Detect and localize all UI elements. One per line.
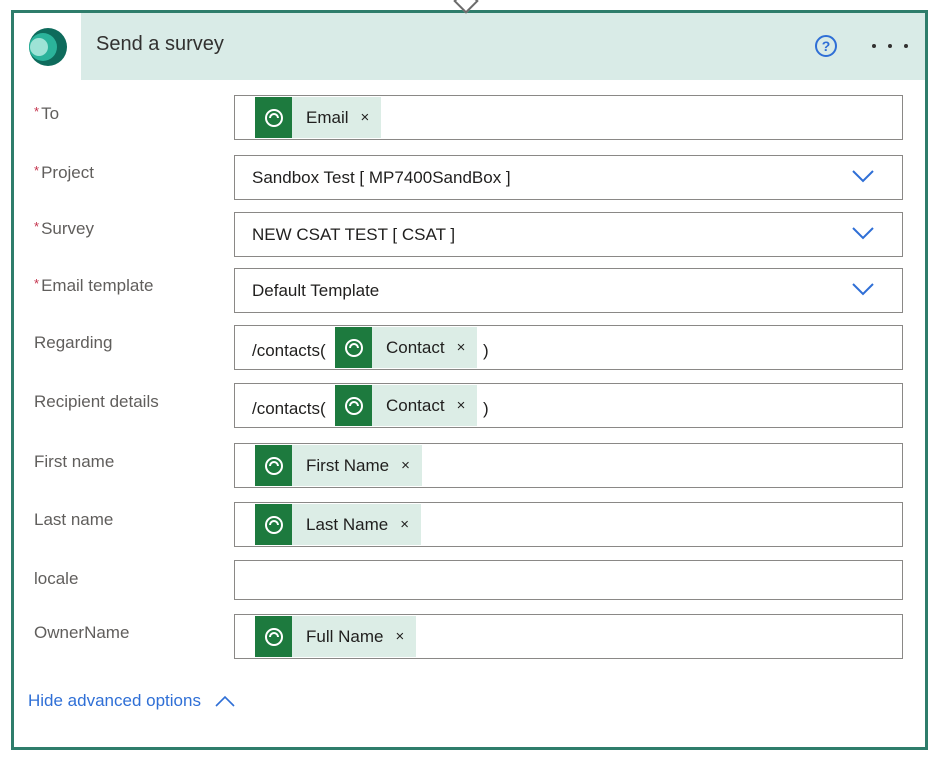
dataverse-icon bbox=[335, 385, 372, 426]
field-label-to: * To bbox=[34, 104, 59, 124]
email-template-dropdown[interactable]: Default Template bbox=[234, 268, 903, 313]
label-text: To bbox=[41, 104, 60, 123]
field-label-email-template: * Email template bbox=[34, 276, 154, 296]
regarding-input[interactable]: /contacts( Contact × ) bbox=[234, 325, 903, 370]
dynamic-content-token[interactable]: First Name × bbox=[255, 445, 422, 486]
logo-container bbox=[14, 13, 81, 80]
remove-token-icon[interactable]: × bbox=[457, 339, 466, 356]
question-circle-icon[interactable]: ? bbox=[815, 35, 837, 57]
field-label-owner-name: OwnerName bbox=[34, 623, 130, 642]
dataverse-icon bbox=[255, 504, 292, 545]
owner-name-input[interactable]: Full Name × bbox=[234, 614, 903, 659]
to-input[interactable]: Email × bbox=[234, 95, 903, 140]
card-title: Send a survey bbox=[96, 33, 224, 55]
card-header[interactable]: Send a survey ? bbox=[14, 13, 925, 80]
ellipsis-icon[interactable] bbox=[872, 33, 908, 59]
field-label-locale: locale bbox=[34, 569, 79, 588]
first-name-input[interactable]: First Name × bbox=[234, 443, 903, 488]
token-label: Email bbox=[306, 107, 349, 127]
ellipsis-dot bbox=[904, 44, 908, 48]
selected-value: NEW CSAT TEST [ CSAT ] bbox=[252, 225, 456, 244]
remove-token-icon[interactable]: × bbox=[401, 457, 410, 474]
field-label-first-name: First name bbox=[34, 452, 115, 471]
forms-pro-logo-icon bbox=[29, 28, 67, 66]
field-label-project: * Project bbox=[34, 163, 94, 183]
field-label-survey: * Survey bbox=[34, 219, 94, 239]
label-text: Email template bbox=[41, 276, 154, 295]
required-asterisk: * bbox=[34, 276, 40, 291]
required-asterisk: * bbox=[34, 104, 40, 119]
token-label: Contact bbox=[386, 395, 445, 415]
action-card-send-survey: Send a survey ? * To Email × * Project San… bbox=[11, 10, 928, 750]
dataverse-icon bbox=[335, 327, 372, 368]
token-label: Last Name bbox=[306, 514, 389, 534]
token-label: Contact bbox=[386, 337, 445, 357]
selected-value: Sandbox Test [ MP7400SandBox ] bbox=[252, 168, 511, 187]
dataverse-icon bbox=[255, 616, 292, 657]
locale-input[interactable] bbox=[234, 560, 903, 600]
remove-token-icon[interactable]: × bbox=[457, 397, 466, 414]
dynamic-content-token[interactable]: Email × bbox=[255, 97, 382, 138]
project-dropdown[interactable]: Sandbox Test [ MP7400SandBox ] bbox=[234, 155, 903, 200]
advanced-options-label: Hide advanced options bbox=[28, 691, 201, 710]
remove-token-icon[interactable]: × bbox=[395, 628, 404, 645]
label-text: Survey bbox=[41, 219, 94, 238]
token-label: Full Name bbox=[306, 626, 384, 646]
dynamic-content-token[interactable]: Full Name × bbox=[255, 616, 417, 657]
remove-token-icon[interactable]: × bbox=[361, 109, 370, 126]
chevron-down-icon[interactable] bbox=[852, 169, 874, 185]
selected-value: Default Template bbox=[252, 281, 380, 300]
remove-token-icon[interactable]: × bbox=[400, 516, 409, 533]
dynamic-content-token[interactable]: Last Name × bbox=[255, 504, 421, 545]
expression-prefix: /contacts( bbox=[252, 341, 326, 360]
chevron-up-icon bbox=[215, 695, 235, 707]
survey-dropdown[interactable]: NEW CSAT TEST [ CSAT ] bbox=[234, 212, 903, 257]
label-text: Project bbox=[41, 163, 94, 182]
field-label-regarding: Regarding bbox=[34, 333, 113, 352]
hide-advanced-options-link[interactable]: Hide advanced options bbox=[28, 691, 235, 711]
dynamic-content-token[interactable]: Contact × bbox=[335, 327, 478, 368]
expression-suffix: ) bbox=[483, 399, 489, 418]
required-asterisk: * bbox=[34, 219, 40, 234]
expression-prefix: /contacts( bbox=[252, 399, 326, 418]
last-name-input[interactable]: Last Name × bbox=[234, 502, 903, 547]
chevron-down-icon[interactable] bbox=[852, 226, 874, 242]
dataverse-icon bbox=[255, 97, 292, 138]
dataverse-icon bbox=[255, 445, 292, 486]
dynamic-content-token[interactable]: Contact × bbox=[335, 385, 478, 426]
field-label-last-name: Last name bbox=[34, 510, 114, 529]
chevron-down-icon[interactable] bbox=[852, 282, 874, 298]
ellipsis-dot bbox=[872, 44, 876, 48]
expression-suffix: ) bbox=[483, 341, 489, 360]
recipient-details-input[interactable]: /contacts( Contact × ) bbox=[234, 383, 903, 428]
field-label-recipient-details: Recipient details bbox=[34, 392, 159, 411]
required-asterisk: * bbox=[34, 163, 40, 178]
token-label: First Name bbox=[306, 455, 390, 475]
ellipsis-dot bbox=[888, 44, 892, 48]
